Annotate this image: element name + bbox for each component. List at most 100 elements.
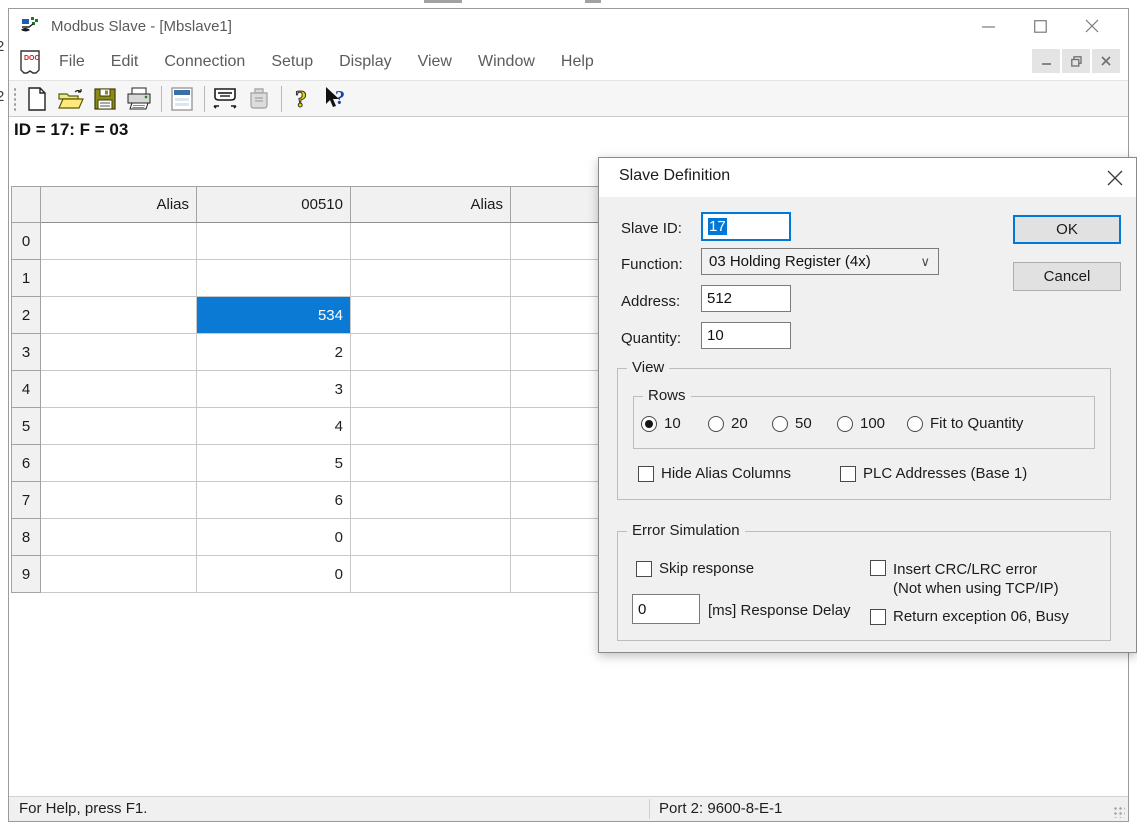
rows-radio-100[interactable]: 100 bbox=[837, 415, 885, 432]
table-row: 2 534 bbox=[11, 297, 669, 334]
menu-display[interactable]: Display bbox=[339, 53, 391, 71]
checkbox-label: Return exception 06, Busy bbox=[893, 608, 1069, 625]
value-cell[interactable] bbox=[197, 223, 351, 260]
maximize-button[interactable] bbox=[1014, 9, 1066, 43]
return-exception-checkbox[interactable]: Return exception 06, Busy bbox=[870, 608, 1069, 625]
dialog-close-button[interactable] bbox=[1102, 165, 1128, 191]
hide-alias-checkbox[interactable]: Hide Alias Columns bbox=[638, 465, 791, 482]
column-header-alias[interactable]: Alias bbox=[41, 186, 197, 223]
slave-id-input[interactable]: 17 bbox=[701, 212, 791, 241]
row-header[interactable]: 4 bbox=[11, 371, 41, 408]
table-row: 1 bbox=[11, 260, 669, 297]
resize-grip[interactable] bbox=[1113, 806, 1125, 818]
menu-file[interactable]: File bbox=[59, 53, 85, 71]
address-input[interactable]: 512 bbox=[701, 285, 791, 312]
alias-cell[interactable] bbox=[351, 297, 511, 334]
value-cell[interactable]: 0 bbox=[197, 519, 351, 556]
row-header[interactable]: 5 bbox=[11, 408, 41, 445]
rows-radio-50[interactable]: 50 bbox=[772, 415, 812, 432]
toolbar-grip[interactable] bbox=[13, 87, 17, 111]
row-header[interactable]: 2 bbox=[11, 297, 41, 334]
alias-cell[interactable] bbox=[351, 334, 511, 371]
cancel-button[interactable]: Cancel bbox=[1013, 262, 1121, 291]
minimize-button[interactable] bbox=[962, 9, 1014, 43]
value-cell[interactable]: 0 bbox=[197, 556, 351, 593]
close-button[interactable] bbox=[1066, 9, 1118, 43]
response-delay-label: [ms] Response Delay bbox=[708, 602, 851, 619]
value-cell[interactable]: 4 bbox=[197, 408, 351, 445]
open-icon[interactable] bbox=[57, 85, 85, 113]
value-cell[interactable]: 3 bbox=[197, 371, 351, 408]
help-icon[interactable]: ? bbox=[288, 85, 316, 113]
alias-cell[interactable] bbox=[41, 445, 197, 482]
row-header[interactable]: 8 bbox=[11, 519, 41, 556]
alias-cell[interactable] bbox=[351, 556, 511, 593]
title-bar: Modbus Slave - [Mbslave1] bbox=[9, 9, 1128, 43]
column-header-00510[interactable]: 00510 bbox=[197, 186, 351, 223]
alias-cell[interactable] bbox=[41, 260, 197, 297]
alias-cell[interactable] bbox=[41, 556, 197, 593]
row-header[interactable]: 9 bbox=[11, 556, 41, 593]
menu-help[interactable]: Help bbox=[561, 53, 594, 71]
table-row: 9 0 bbox=[11, 556, 669, 593]
menu-edit[interactable]: Edit bbox=[111, 53, 139, 71]
alias-cell[interactable] bbox=[351, 519, 511, 556]
table-row: 4 3 bbox=[11, 371, 669, 408]
alias-cell[interactable] bbox=[41, 371, 197, 408]
row-header[interactable]: 1 bbox=[11, 260, 41, 297]
mdi-minimize-button[interactable] bbox=[1032, 49, 1060, 73]
ok-button[interactable]: OK bbox=[1013, 215, 1121, 244]
alias-cell[interactable] bbox=[351, 260, 511, 297]
skip-response-checkbox[interactable]: Skip response bbox=[636, 560, 754, 577]
rows-radio-fit[interactable]: Fit to Quantity bbox=[907, 415, 1023, 432]
rows-radio-10[interactable]: 10 bbox=[641, 415, 681, 432]
menu-view[interactable]: View bbox=[418, 53, 452, 71]
alias-cell[interactable] bbox=[41, 519, 197, 556]
plc-addresses-checkbox[interactable]: PLC Addresses (Base 1) bbox=[840, 465, 1027, 482]
menu-setup[interactable]: Setup bbox=[271, 53, 313, 71]
svg-text:?: ? bbox=[295, 87, 307, 112]
connection-setup-icon[interactable] bbox=[211, 85, 239, 113]
rows-radio-20[interactable]: 20 bbox=[708, 415, 748, 432]
row-header[interactable]: 7 bbox=[11, 482, 41, 519]
alias-cell[interactable] bbox=[351, 408, 511, 445]
context-help-icon[interactable]: ? bbox=[322, 85, 350, 113]
connection-disabled-icon bbox=[245, 85, 273, 113]
alias-cell[interactable] bbox=[41, 482, 197, 519]
row-header[interactable]: 6 bbox=[11, 445, 41, 482]
save-icon[interactable] bbox=[91, 85, 119, 113]
insert-crc-checkbox[interactable]: Insert CRC/LRC error (Not when using TCP… bbox=[870, 560, 1059, 598]
mdi-restore-button[interactable] bbox=[1062, 49, 1090, 73]
background-artifact: 2 bbox=[0, 38, 4, 55]
alias-cell[interactable] bbox=[41, 334, 197, 371]
alias-cell[interactable] bbox=[351, 371, 511, 408]
alias-cell[interactable] bbox=[351, 223, 511, 260]
function-select[interactable]: 03 Holding Register (4x) ∨ bbox=[701, 248, 939, 275]
value-cell[interactable]: 2 bbox=[197, 334, 351, 371]
menu-window[interactable]: Window bbox=[478, 53, 535, 71]
close-icon bbox=[1107, 170, 1123, 186]
print-icon[interactable] bbox=[125, 85, 153, 113]
quantity-input[interactable]: 10 bbox=[701, 322, 791, 349]
row-header[interactable]: 3 bbox=[11, 334, 41, 371]
value-cell-selected[interactable]: 534 bbox=[197, 297, 351, 334]
value-cell[interactable]: 5 bbox=[197, 445, 351, 482]
display-setup-icon[interactable] bbox=[168, 85, 196, 113]
alias-cell[interactable] bbox=[41, 297, 197, 334]
error-simulation-label: Error Simulation bbox=[627, 522, 745, 539]
alias-cell[interactable] bbox=[41, 408, 197, 445]
table-row: 6 5 bbox=[11, 445, 669, 482]
alias-cell[interactable] bbox=[41, 223, 197, 260]
row-header[interactable]: 0 bbox=[11, 223, 41, 260]
column-header-alias2[interactable]: Alias bbox=[351, 186, 511, 223]
response-delay-input[interactable]: 0 bbox=[632, 594, 700, 624]
view-group: View Rows 10 20 50 100 bbox=[617, 368, 1111, 500]
alias-cell[interactable] bbox=[351, 482, 511, 519]
value-cell[interactable] bbox=[197, 260, 351, 297]
alias-cell[interactable] bbox=[351, 445, 511, 482]
menu-connection[interactable]: Connection bbox=[164, 53, 245, 71]
mdi-close-button[interactable] bbox=[1092, 49, 1120, 73]
quantity-label: Quantity: bbox=[621, 330, 681, 347]
new-icon[interactable] bbox=[23, 85, 51, 113]
value-cell[interactable]: 6 bbox=[197, 482, 351, 519]
